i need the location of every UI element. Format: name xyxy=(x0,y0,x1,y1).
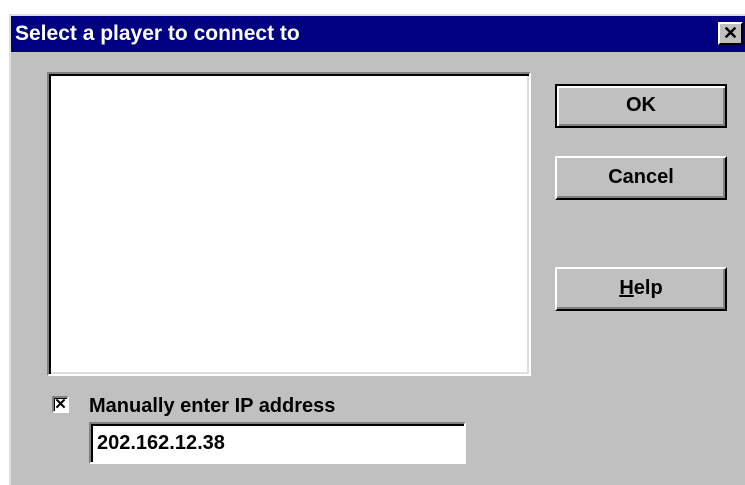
ok-button-label: OK xyxy=(626,94,656,116)
ok-button[interactable]: OK xyxy=(555,84,727,128)
title-bar: Select a player to connect to ✕ xyxy=(11,16,745,52)
manual-ip-label[interactable]: Manually enter IP address xyxy=(89,394,335,418)
help-button-mnemonic: H xyxy=(619,277,634,299)
cancel-button-label: Cancel xyxy=(608,166,674,188)
help-button-label: elp xyxy=(633,277,663,299)
manual-ip-checkbox[interactable]: ✕ xyxy=(52,396,69,413)
player-list[interactable] xyxy=(47,72,531,376)
close-button[interactable]: ✕ xyxy=(718,22,743,45)
checkmark-icon: ✕ xyxy=(54,396,67,413)
cancel-button[interactable]: Cancel xyxy=(555,156,727,200)
ip-address-input[interactable] xyxy=(89,422,466,464)
connect-dialog: Select a player to connect to ✕ OK Cance… xyxy=(9,14,745,485)
close-icon: ✕ xyxy=(722,23,739,43)
window-title: Select a player to connect to xyxy=(15,22,300,45)
help-button[interactable]: Help xyxy=(555,267,727,311)
